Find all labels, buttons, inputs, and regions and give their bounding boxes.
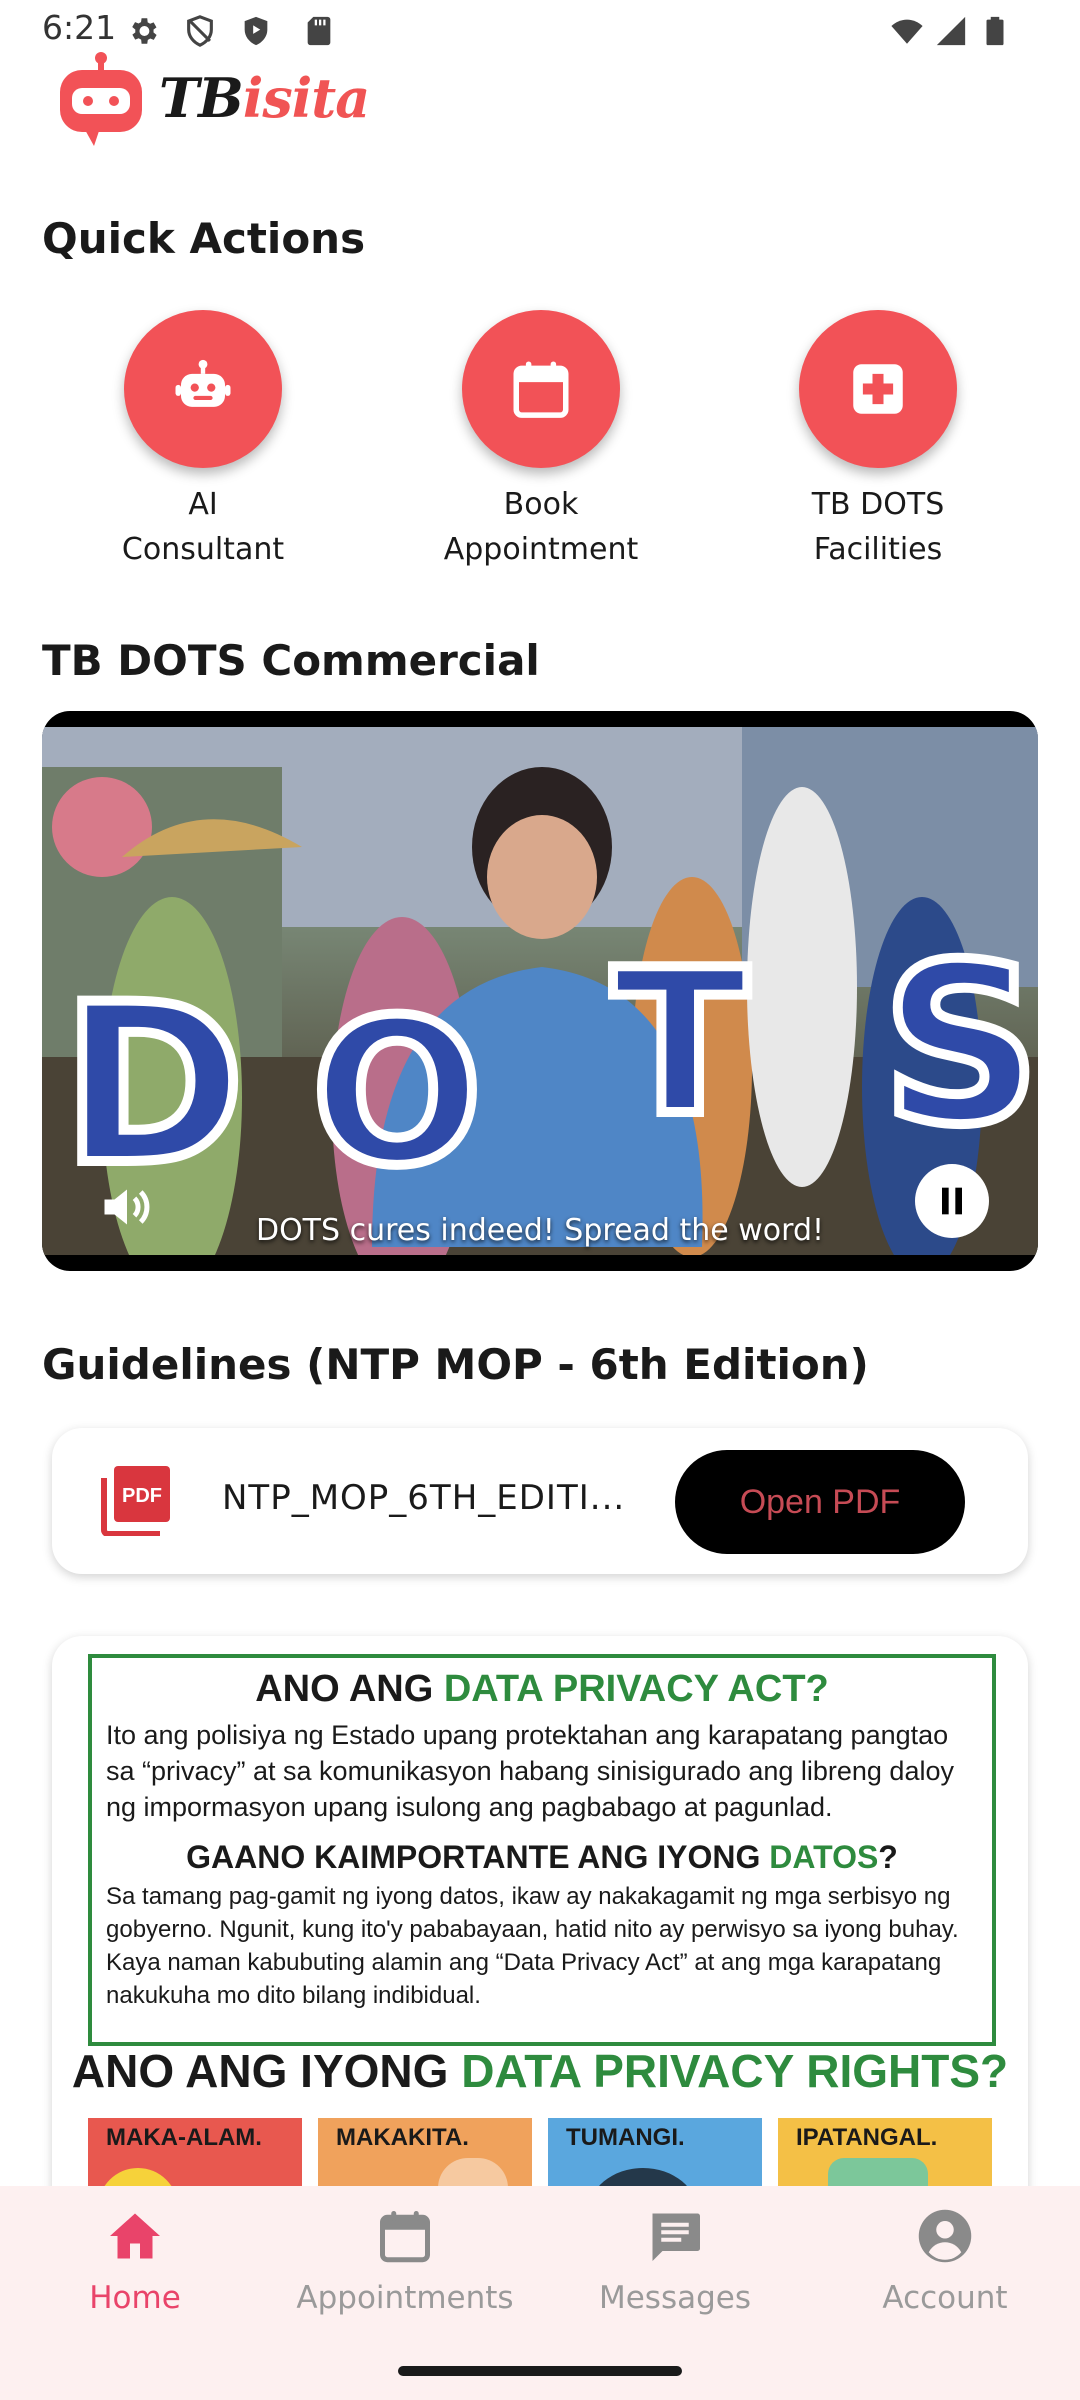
gesture-bar[interactable] xyxy=(398,2366,682,2376)
poster-paragraph-2: Sa tamang pag-gamit ng iyong datos, ikaw… xyxy=(106,1883,959,2009)
pdf-file-icon: PDF xyxy=(100,1464,172,1537)
quick-action-tb-dots-facilities[interactable]: TB DOTS Facilities xyxy=(728,310,1028,572)
poster-paragraph-1: Ito ang polisiya ng Estado upang protekt… xyxy=(106,1720,954,1822)
video-letter-t: T xyxy=(607,922,753,1165)
message-icon xyxy=(652,2213,700,2261)
quick-action-ai-consultant[interactable]: AI Consultant xyxy=(53,310,353,572)
open-pdf-button[interactable]: Open PDF xyxy=(675,1450,965,1554)
video-letter-o: O xyxy=(307,972,487,1215)
wifi-icon xyxy=(890,14,924,48)
nav-home-label: Home xyxy=(89,2280,181,2316)
svg-text:PDF: PDF xyxy=(122,1485,162,1507)
poster-heading-2: GAANO KAIMPORTANTE ANG IYONG DATOS? xyxy=(186,1839,898,1875)
app-logo: TBisita xyxy=(56,52,370,152)
calendar-icon xyxy=(380,2211,430,2263)
shield-outline-icon xyxy=(183,14,217,48)
robot-logo-icon xyxy=(60,52,142,146)
nav-home[interactable]: Home xyxy=(0,2206,270,2316)
nav-appointments[interactable]: Appointments xyxy=(270,2206,540,2316)
sd-card-icon xyxy=(302,14,336,48)
guidelines-title: Guidelines (NTP MOP - 6th Edition) xyxy=(42,1340,869,1389)
account-circle-icon xyxy=(918,2209,972,2263)
poster-heading-3: ANO ANG IYONG DATA PRIVACY RIGHTS? xyxy=(71,2045,1009,2097)
video-frame[interactable]: D O T S DOTS cures indeed! Spread the wo… xyxy=(42,727,1038,1255)
book-appointment-button[interactable] xyxy=(462,310,620,468)
quick-actions-title: Quick Actions xyxy=(42,214,366,263)
calendar-icon xyxy=(513,361,569,418)
status-time: 6:21 xyxy=(42,8,117,47)
pause-button[interactable] xyxy=(915,1164,989,1238)
nav-account-label: Account xyxy=(882,2280,1008,2316)
home-icon xyxy=(110,2213,160,2259)
commercial-title: TB DOTS Commercial xyxy=(42,636,540,685)
pause-icon xyxy=(942,1187,962,1215)
pdf-file-name: NTP_MOP_6TH_EDITI... xyxy=(222,1478,626,1518)
video-caption: DOTS cures indeed! Spread the word! xyxy=(255,1213,825,1248)
app-name: TBisita xyxy=(159,66,370,130)
video-player[interactable]: D O T S DOTS cures indeed! Spread the wo… xyxy=(42,711,1038,1271)
pdf-card[interactable]: PDF NTP_MOP_6TH_EDITI... Open PDF xyxy=(52,1428,1028,1574)
ai-consultant-label: AI Consultant xyxy=(121,487,285,567)
nav-messages[interactable]: Messages xyxy=(540,2206,810,2316)
poster-info-box: ANO ANG DATA PRIVACY ACT? Ito ang polisi… xyxy=(88,1654,996,2046)
quick-action-book-appointment[interactable]: Book Appointment xyxy=(391,310,691,572)
book-appointment-label: Book Appointment xyxy=(443,487,639,567)
battery-icon xyxy=(978,14,1012,48)
poster-heading-1: ANO ANG DATA PRIVACY ACT? xyxy=(255,1668,829,1710)
nav-messages-label: Messages xyxy=(598,2280,752,2316)
ai-consultant-button[interactable] xyxy=(124,310,282,468)
shield-icon xyxy=(239,14,273,48)
nav-appointments-label: Appointments xyxy=(296,2280,514,2316)
cell-signal-icon xyxy=(934,14,968,48)
tb-dots-facilities-button[interactable] xyxy=(799,310,957,468)
medical-cross-icon xyxy=(853,364,903,414)
nav-account[interactable]: Account xyxy=(810,2206,1080,2316)
video-letter-d: D xyxy=(57,952,250,1218)
robot-icon xyxy=(175,359,231,407)
video-letter-s: S xyxy=(877,912,1038,1178)
tb-dots-facilities-label: TB DOTS Facilities xyxy=(811,487,945,567)
settings-icon xyxy=(126,14,160,48)
